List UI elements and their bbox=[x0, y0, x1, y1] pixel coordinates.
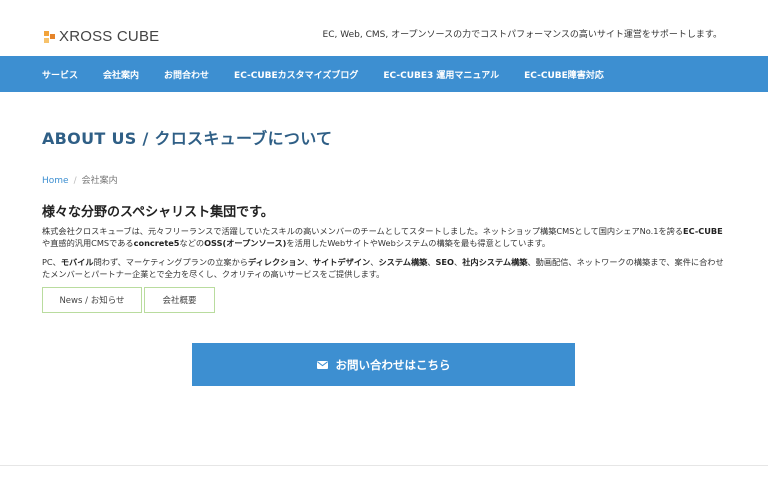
nav-item-customize-blog[interactable]: EC-CUBEカスタマイズブログ bbox=[234, 68, 358, 81]
breadcrumb-current: 会社案内 bbox=[81, 176, 118, 186]
nav-item-trouble[interactable]: EC-CUBE障害対応 bbox=[524, 68, 604, 81]
text-span: 、 bbox=[453, 257, 463, 267]
contact-button[interactable]: お問い合わせはこちら bbox=[192, 343, 575, 386]
text-strong: システム構築 bbox=[378, 257, 428, 267]
site-logo[interactable]: XROSS CUBE bbox=[44, 28, 159, 45]
nav-item-services[interactable]: サービス bbox=[42, 68, 78, 81]
text-strong: ディレクション bbox=[247, 257, 305, 267]
nav-item-company[interactable]: 会社案内 bbox=[103, 68, 139, 81]
text-span: を活用したWebサイトやWebシステムの構築を最も得意としています。 bbox=[286, 238, 551, 248]
news-tab-button[interactable]: News / お知らせ bbox=[42, 287, 142, 313]
site-tagline: EC, Web, CMS, オープンソースの力でコストパフォーマンスの高いサイト… bbox=[322, 30, 722, 40]
text-strong: OSS(オープンソース) bbox=[204, 238, 287, 248]
text-strong: 社内システム構築 bbox=[462, 257, 528, 267]
text-strong: モバイル bbox=[60, 257, 94, 267]
text-strong: サイトデザイン bbox=[312, 257, 371, 267]
text-span: などの bbox=[179, 238, 205, 248]
breadcrumb: Home / 会社案内 bbox=[42, 173, 118, 186]
text-span: 問わず、マーケティングプランの立案から bbox=[93, 257, 248, 267]
footer-divider bbox=[0, 465, 768, 466]
page-title: ABOUT US / クロスキューブについて bbox=[42, 129, 333, 148]
cube-logo-icon bbox=[44, 30, 55, 43]
main-nav: サービス 会社案内 お問合わせ EC-CUBEカスタマイズブログ EC-CUBE… bbox=[0, 56, 768, 92]
envelope-icon bbox=[316, 360, 328, 369]
logo-text: XROSS CUBE bbox=[59, 28, 160, 45]
breadcrumb-home-link[interactable]: Home bbox=[42, 176, 69, 186]
breadcrumb-separator: / bbox=[73, 176, 77, 186]
text-span: 株式会社クロスキューブは、元々フリーランスで活躍していたスキルの高いメンバーのチ… bbox=[42, 226, 684, 236]
text-strong: SEO bbox=[435, 257, 454, 267]
company-overview-tab-button[interactable]: 会社概要 bbox=[144, 287, 215, 313]
intro-paragraph-1: 株式会社クロスキューブは、元々フリーランスで活躍していたスキルの高いメンバーのチ… bbox=[42, 225, 728, 249]
intro-paragraph-2: PC、モバイル問わず、マーケティングプランの立案からディレクション、サイトデザイ… bbox=[42, 256, 728, 280]
text-span: や直感的汎用CMSである bbox=[42, 238, 134, 248]
nav-item-contact[interactable]: お問合わせ bbox=[164, 68, 209, 81]
text-strong: EC-CUBE bbox=[683, 226, 723, 236]
text-span: 、 bbox=[304, 257, 313, 267]
text-span: 、 bbox=[427, 257, 436, 267]
site-header: XROSS CUBE EC, Web, CMS, オープンソースの力でコストパフ… bbox=[0, 0, 768, 56]
nav-item-manual[interactable]: EC-CUBE3 運用マニュアル bbox=[383, 68, 499, 81]
text-span: PC、 bbox=[42, 257, 61, 267]
text-strong: concrete5 bbox=[133, 238, 180, 248]
section-heading: 様々な分野のスペシャリスト集団です。 bbox=[42, 205, 274, 220]
contact-button-label: お問い合わせはこちら bbox=[335, 357, 451, 372]
